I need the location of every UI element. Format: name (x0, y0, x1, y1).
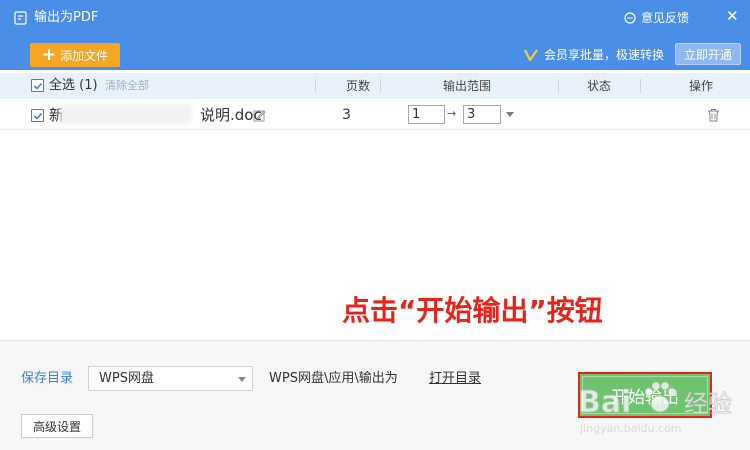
close-icon[interactable]: ✕ (726, 6, 739, 26)
clear-all-link[interactable]: 清除全部 (105, 78, 149, 94)
vip-promo-text: 会员享批量，极速转换 (544, 48, 665, 62)
column-header-status: 状态 (587, 79, 612, 93)
range-end-input[interactable]: 3 (463, 105, 501, 124)
table-header: 全选 (1) 清除全部 页数 输出范围 状态 操作 (0, 73, 750, 99)
column-divider (640, 79, 641, 93)
range-arrow: → (447, 107, 457, 120)
open-directory-link[interactable]: 打开目录 (429, 370, 481, 388)
save-location-value: WPS网盘 (99, 371, 154, 386)
column-divider (380, 79, 381, 93)
pdf-export-icon (14, 11, 27, 25)
window-title: 输出为PDF (34, 10, 99, 25)
trash-icon[interactable] (707, 108, 720, 122)
save-directory-label: 保存目录 (21, 371, 74, 386)
save-location-select[interactable]: WPS网盘 (88, 366, 253, 391)
tutorial-annotation: 点击“开始输出”按钮 (342, 294, 603, 327)
select-all-checkbox[interactable] (31, 79, 44, 92)
edit-icon[interactable] (253, 109, 266, 122)
row-checkbox[interactable] (31, 109, 44, 122)
select-all-label: 全选 (1) (49, 78, 98, 93)
column-header-pages: 页数 (346, 79, 371, 93)
range-dropdown-icon[interactable] (506, 112, 514, 117)
plus-icon: + (41, 45, 57, 65)
chat-bubble-icon (624, 12, 636, 24)
range-start-input[interactable]: 1 (408, 105, 445, 124)
column-header-action: 操作 (689, 79, 714, 93)
title-bar: 输出为PDF 意见反馈 ✕ + 添加文件 会员享批量，极速转换 立即开通 (0, 0, 750, 70)
redacted-filename (60, 103, 192, 125)
start-export-label: 开始输出 (611, 387, 679, 408)
page-count: 3 (342, 107, 351, 123)
vip-v-icon (524, 49, 538, 61)
column-divider (315, 79, 316, 93)
column-header-range: 输出范围 (443, 79, 492, 93)
chevron-down-icon (238, 377, 246, 382)
activate-vip-button[interactable]: 立即开通 (675, 43, 741, 65)
feedback-link[interactable]: 意见反馈 (624, 9, 689, 27)
add-file-button[interactable]: + 添加文件 (30, 43, 120, 67)
start-export-button[interactable]: 开始输出 (578, 372, 712, 418)
column-divider (558, 79, 559, 93)
check-icon (33, 112, 42, 120)
feedback-label: 意见反馈 (641, 11, 690, 25)
footer-panel: 保存目录 WPS网盘 WPS网盘\应用\输出为 打开目录 高级设置 开始输出 (0, 340, 750, 450)
advanced-settings-button[interactable]: 高级设置 (21, 414, 93, 438)
check-icon (33, 82, 42, 90)
save-path-text: WPS网盘\应用\输出为 (269, 371, 398, 386)
add-file-label: 添加文件 (60, 48, 109, 63)
vip-promo: 会员享批量，极速转换 (524, 46, 664, 64)
table-row: 新说明.doc 3 1 → 3 (0, 100, 750, 130)
